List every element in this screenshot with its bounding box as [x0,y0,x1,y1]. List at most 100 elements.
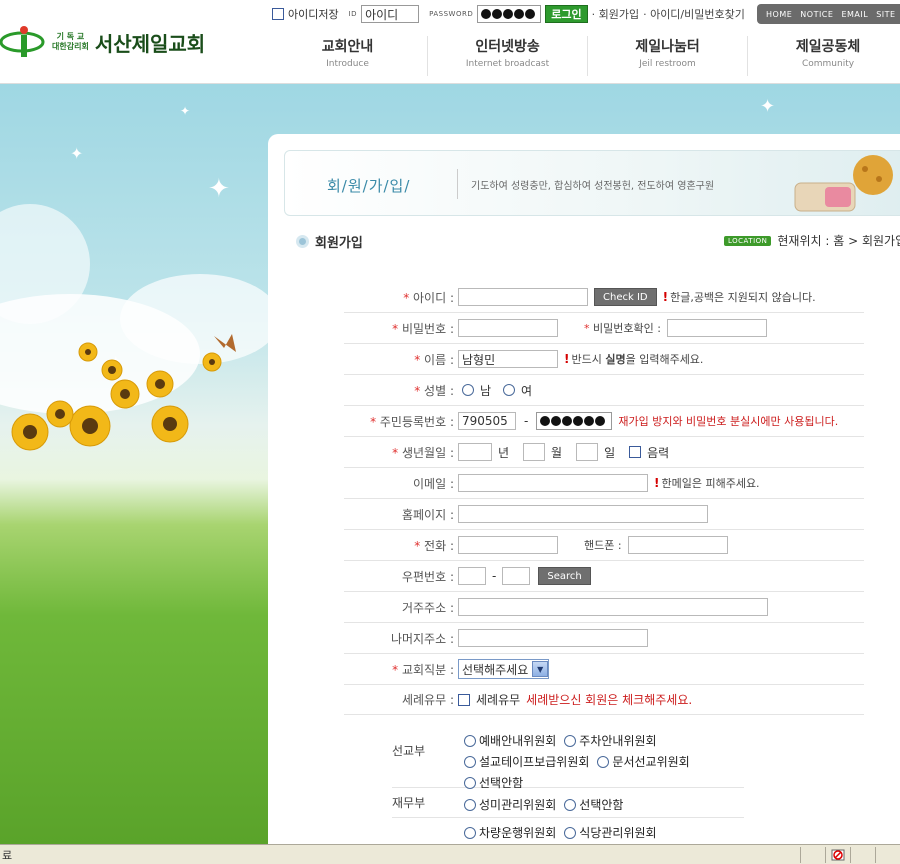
department-option[interactable]: 식당관리위원회 [564,824,657,841]
ssn-front-input[interactable]: 790505 [458,412,516,430]
department-option[interactable]: 문서선교위원회 [597,753,690,770]
save-id-label: 아이디저장 [288,8,339,21]
church-position-selected: 선택해주세요 [462,662,529,677]
global-nav-email[interactable]: EMAIL [841,10,868,19]
radio-button[interactable] [464,798,476,811]
password-label: PASSWORD [429,10,474,18]
content-panel: 회/원/가/입/ 기도하여 성령충만, 합심하여 성전봉헌, 전도하여 영혼구원… [268,134,900,844]
lunar-checkbox[interactable] [629,446,642,458]
ssn-back-input[interactable] [536,412,613,430]
birth-year-label: 년 [498,445,510,460]
id-field-label: * 아이디 : [403,290,454,305]
radio-button[interactable] [564,734,577,747]
church-logo[interactable]: 기 독 교 대한감리회 서산제일교회 [0,22,205,62]
global-nav-notice[interactable]: NOTICE [800,10,833,19]
department-option[interactable]: 설교테이프보급위원회 [464,753,589,770]
department-name: 선교부 [392,744,426,758]
nav-item-introduce[interactable]: 교회안내 Introduce [268,36,429,76]
radio-button[interactable] [564,826,577,839]
department-option[interactable]: 성미관리위원회 [464,794,556,815]
address-detail-input[interactable] [458,629,648,647]
radio-button[interactable] [564,798,577,811]
birth-month-input[interactable] [523,443,546,461]
gender-male-label: 남 [480,383,492,398]
lunar-label: 음력 [647,445,670,460]
check-id-button[interactable]: Check ID [594,288,657,306]
mobile-input[interactable] [627,536,728,554]
find-account-link[interactable]: · 아이디/비밀번호찾기 [643,6,745,22]
ssn-note: 재가입 방지와 비밀번호 분실시에만 사용됩니다. [618,415,839,428]
radio-button[interactable] [464,826,476,839]
id-label: ID [348,10,358,18]
nav-item-restroom[interactable]: 제일나눔터 Jeil restroom [588,36,749,76]
baptism-checkbox[interactable] [458,693,470,706]
user-id-input[interactable] [458,288,588,306]
global-nav-home[interactable]: HOME [766,10,792,19]
section-header: 회원가입 LOCATION 현재위치 : 홈 > 회원가입 [296,230,900,254]
department-option[interactable]: 선택안함 [564,794,623,815]
gender-female-radio[interactable] [503,384,516,396]
radio-button[interactable] [464,776,476,789]
logo-denomination-line1: 기 독 교 [56,32,85,41]
zipcode-front-input[interactable] [458,567,486,585]
church-position-select[interactable]: 선택해주세요 ▼ [458,659,550,679]
form-row-baptism: 세례유무 : 세례유무 세례받으신 회원은 체크해주세요. [344,685,864,715]
zipcode-back-input[interactable] [502,567,531,585]
gender-field-label: * 성별 : [414,383,454,398]
logo-denomination: 기 독 교 대한감리회 [52,32,89,52]
birth-day-input[interactable] [576,443,599,461]
department-option[interactable]: 주차안내위원회 [564,732,657,749]
password-confirm-input[interactable] [666,319,767,337]
id-note: 한글,공백은 지원되지 않습니다. [670,291,816,304]
banner-divider [457,169,458,199]
global-nav: HOME NOTICE EMAIL SITE [757,4,900,24]
birth-year-input[interactable] [458,443,492,461]
nav-item-broadcast[interactable]: 인터넷방송 Internet broadcast [428,36,589,76]
banner-title: 회/원/가/입/ [327,177,411,195]
zipcode-field-label: 우편번호 : [401,569,454,584]
page-title-text: 회원가입 [315,236,363,251]
chevron-down-icon: ▼ [532,661,549,677]
gender-female-label: 여 [521,383,533,398]
status-pane [875,846,900,863]
homepage-input[interactable] [458,505,708,523]
homepage-field-label: 홈페이지 : [401,507,454,522]
radio-button[interactable] [464,734,476,747]
password-input[interactable] [458,319,558,337]
nav-item-community[interactable]: 제일공동체 Community [748,36,900,76]
address-input[interactable] [458,598,768,616]
ssn-field-label: * 주민등록번호 : [370,414,454,429]
save-id-checkbox[interactable] [272,8,284,20]
towel-soap-illustration [794,155,893,212]
login-id-input[interactable]: 아이디 [361,5,420,23]
address-field-label: 거주주소 : [401,600,454,615]
form-row-birth: * 생년월일 : 년 월 일 음력 [344,437,864,468]
form-row-address2: 나머지주소 : [344,623,864,654]
department-option[interactable]: 예배안내위원회 [464,732,556,749]
address2-field-label: 나머지주소 : [390,631,454,646]
radio-button[interactable] [464,755,476,768]
popup-blocked-icon[interactable] [825,846,850,863]
email-input[interactable] [458,474,648,492]
name-note: 반드시 실명을 입력해주세요. [571,353,704,366]
name-input[interactable]: 남형민 [458,350,558,368]
global-nav-site[interactable]: SITE [876,10,895,19]
form-row-id: * 아이디 : Check ID ! 한글,공백은 지원되지 않습니다. [344,282,864,313]
login-password-input[interactable] [477,5,542,23]
email-note: 한메일은 피해주세요. [661,477,760,490]
login-button[interactable]: 로그인 [545,5,588,23]
nav-item-sublabel: Community [801,59,855,69]
bullet-circle-icon [296,235,309,248]
department-block: 선교부 예배안내위원회 주차안내위원회 설교테이프보급위원회 문서선교위원회 선… [392,724,744,790]
nav-item-label: 교회안내 [321,39,374,55]
zipcode-search-button[interactable]: Search [538,567,591,585]
logo-denomination-line2: 대한감리회 [52,42,89,51]
gender-male-radio[interactable] [462,384,474,396]
department-option[interactable]: 차량운행위원회 [464,824,556,841]
radio-button[interactable] [597,755,610,768]
nav-item-label: 인터넷방송 [475,39,540,55]
main-nav: 교회안내 Introduce 인터넷방송 Internet broadcast … [268,36,900,76]
phone-input[interactable] [458,536,558,554]
page-title: 회원가입 [296,232,363,251]
join-link[interactable]: · 회원가입 [592,6,639,22]
